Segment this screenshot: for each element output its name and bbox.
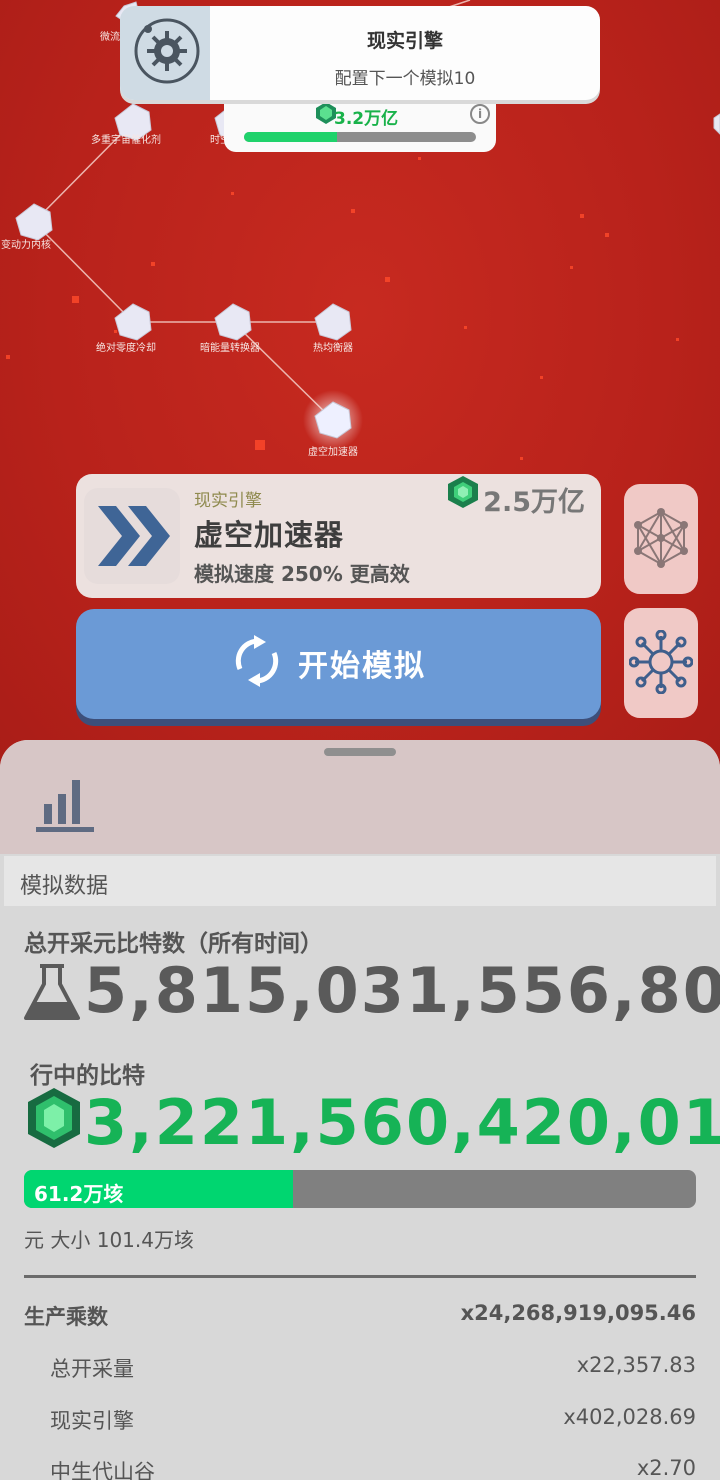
network-sphere-button[interactable] (624, 484, 698, 594)
flask-icon (24, 964, 80, 1020)
capacity-bar: 61.2万垓 (24, 1170, 696, 1208)
section-header: 模拟数据 (4, 856, 716, 906)
virus-network-icon (629, 630, 693, 694)
upgrade-description: 模拟速度 250% 更高效 (194, 562, 410, 586)
tree-label-dark: 暗能量转换器 (200, 343, 260, 354)
drag-handle[interactable] (324, 748, 396, 756)
capacity-fill-text: 61.2万垓 (34, 1182, 124, 1206)
upgrade-name: 虚空加速器 (194, 518, 345, 552)
multiplier-label: 现实引擎 (50, 1409, 134, 1433)
network-sphere-icon (634, 508, 688, 568)
tree-node-edge (713, 113, 720, 135)
upgrade-tag: 现实引擎 (194, 491, 262, 511)
virus-network-button[interactable] (624, 608, 698, 718)
multiplier-label: 总开采量 (50, 1357, 134, 1381)
tree-label-void: 虚空加速器 (308, 447, 358, 458)
gem-card-value: 3.2万亿 (334, 109, 399, 129)
multiplier-value: x22,357.83 (576, 1353, 696, 1377)
gem-progress-card: 3.2万亿 i (224, 94, 496, 152)
engine-icon (134, 18, 200, 84)
tree-label-zero: 绝对零度冷却 (96, 343, 156, 354)
tree-node-heat (314, 303, 352, 341)
gem-icon (28, 1088, 80, 1148)
tree-label-heat: 热均衡器 (313, 343, 353, 354)
refresh-icon (235, 635, 279, 687)
start-simulation-button[interactable]: 开始模拟 (76, 609, 601, 719)
start-simulation-label: 开始模拟 (298, 649, 426, 684)
stats-panel: 模拟数据 总开采元比特数（所有时间） 5,815,031,556,808 行中的… (0, 740, 720, 1480)
tree-label-micro: 微流 (100, 32, 120, 43)
tree-label-multiverse: 多重宇宙催化剂 (91, 135, 161, 146)
multiplier-label: 中生代山谷 (50, 1460, 155, 1480)
bar-chart-icon[interactable] (36, 778, 94, 834)
section-title: 模拟数据 (20, 874, 109, 899)
notification-subtitle: 配置下一个模拟10 (334, 69, 476, 89)
notification-banner[interactable]: 现实引擎 配置下一个模拟10 (120, 6, 600, 100)
multiplier-label: 生产乘数 (24, 1305, 108, 1329)
total-mined-label: 总开采元比特数（所有时间） (24, 931, 323, 957)
gem-icon (448, 476, 478, 508)
notification-icon-box (120, 6, 210, 100)
run-bits-label: 行中的比特 (30, 1063, 145, 1089)
total-mined-value: 5,815,031,556,808 (84, 954, 720, 1027)
multiplier-value: x2.70 (636, 1456, 696, 1480)
multiplier-value: x24,268,919,095.46 (460, 1301, 696, 1325)
info-icon[interactable]: i (470, 104, 490, 124)
tree-label-core: 变动力内核 (1, 240, 51, 251)
upgrade-card[interactable]: 现实引擎 虚空加速器 模拟速度 250% 更高效 2.5万亿 (76, 474, 601, 598)
run-bits-value: 3,221,560,420,016 (84, 1086, 720, 1159)
upgrade-cost: 2.5万亿 (483, 487, 585, 518)
gem-icon (316, 102, 336, 124)
notification-title: 现实引擎 (366, 30, 443, 52)
gem-progress-fill (244, 132, 337, 142)
divider (24, 1275, 696, 1278)
gem-progress-bar (244, 132, 476, 142)
multiplier-value: x402,028.69 (563, 1405, 696, 1429)
panel-header (0, 740, 720, 854)
capacity-size: 元 大小 101.4万垓 (24, 1228, 194, 1252)
double-chevron-icon (84, 488, 180, 584)
